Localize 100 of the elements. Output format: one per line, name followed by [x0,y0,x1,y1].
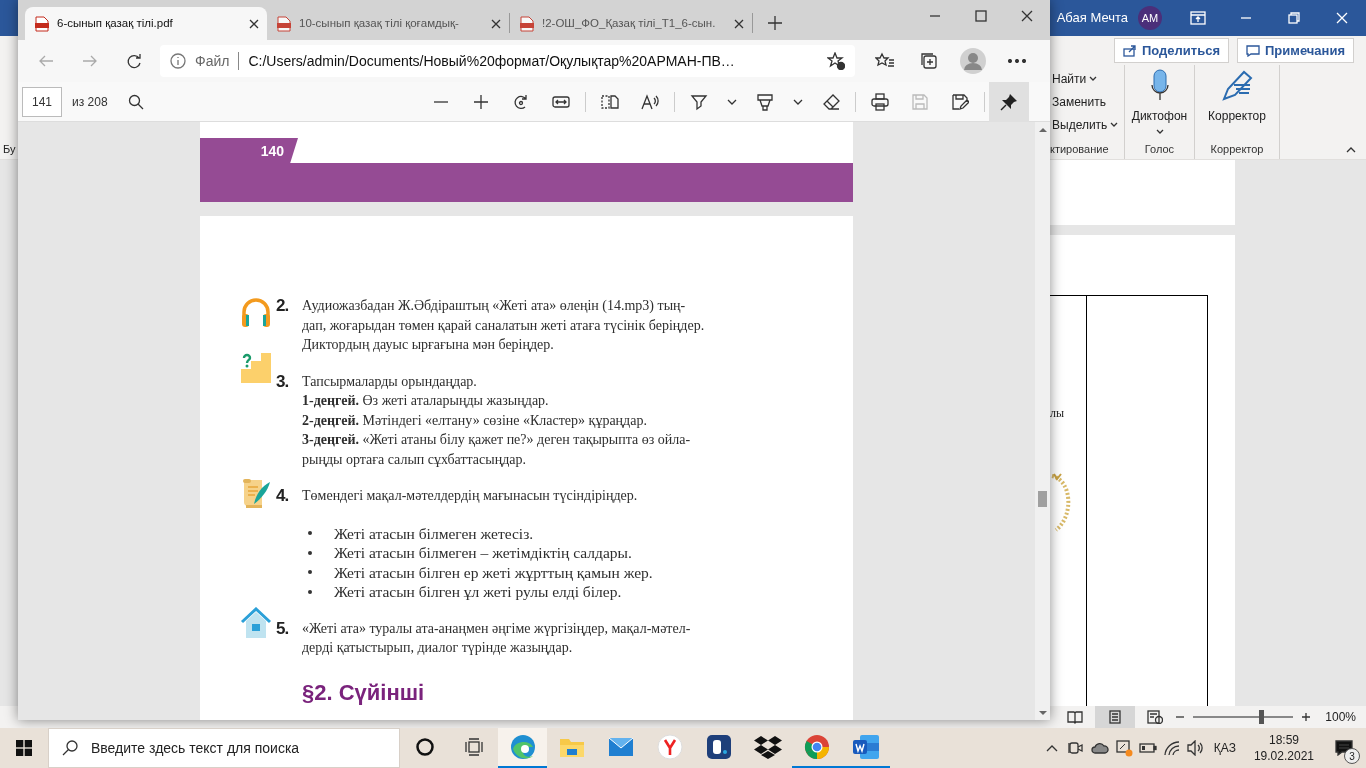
caret-icon[interactable] [726,98,737,105]
new-tab-icon[interactable] [768,16,782,30]
proverb-text: Жеті атасын білген ұл жеті рулы елді білер. [334,582,622,602]
more-icon[interactable] [1008,59,1026,63]
view-button[interactable] [1095,706,1136,728]
pdf-file-icon [277,15,291,32]
bullet-icon [308,531,312,536]
slider-thumb[interactable] [1259,710,1265,724]
print-view-icon [1107,710,1124,724]
battery-icon[interactable] [1138,743,1157,753]
booking-icon [705,734,732,760]
proverb-text: Жеті атасын білген ер жеті жұрттың қамын жер. [334,562,653,582]
task-text: Аудиожазбадан Ж.Әбдіраштың «Жеті ата» өлеңін (14.mp3) тың- дап, жоғарыдан төмен қарай саналатын жеті атаға түсінік беріңдер. Диктордың дауыс ырғағына мән беріңдер. [302,297,706,354]
url-text: C:/Users/admin/Documents/Новый%20формат/Оқулықтар%20АРМАН-ПВ… [248,51,735,71]
dropbox-icon [753,735,782,759]
maximize-icon[interactable] [975,10,987,22]
yandex-icon [656,734,683,760]
scroll-up-icon[interactable] [1038,126,1047,132]
windows-logo-icon[interactable] [16,740,32,756]
task-text: «Жеті ата» туралы ата-анаңмен әңгіме жүргізіңдер, мақал-мәтел- дерді қатыстырып, диалог түрінде жазыңдар. [302,619,692,657]
steps-icon [240,352,272,383]
taskbar-search-field[interactable]: Введите здесь текст для поиска [48,728,400,768]
wifi-icon[interactable] [1162,740,1181,756]
page-count: из 208 [72,93,108,111]
address-bar[interactable]: Файл C:/Users/admin/Documents/Новый%20формат/Оқулықтар%20АРМАН-ПВ… [160,45,855,77]
page-number-field[interactable]: 141 [22,86,62,117]
task-number: 3. [276,371,290,393]
add-favorite-icon[interactable] [827,52,845,70]
task-number: 4. [276,486,290,507]
share-button[interactable]: Поделиться [1113,37,1229,64]
collapse-icon[interactable] [1346,147,1356,153]
page-view-icon[interactable] [600,92,619,111]
bullet-icon [308,550,312,555]
caret-icon[interactable] [1155,129,1164,135]
cortana-icon[interactable] [414,737,435,757]
caret-icon[interactable] [792,98,803,105]
search-icon [62,740,78,756]
eraser-icon[interactable] [821,92,840,111]
clock[interactable]: 18:59 19.02.2021 [1253,732,1314,764]
read-aloud-icon[interactable] [640,92,659,111]
highlight-icon[interactable] [755,92,774,111]
profile-avatar-icon[interactable] [960,48,986,74]
ribbon-item[interactable]: Выделить [1052,115,1119,134]
browser-tab[interactable]: 10-сынып қазақ тілі қоғамдық- [267,7,509,40]
close-icon[interactable] [249,18,259,29]
ribbon-item[interactable]: Найти [1052,69,1098,88]
browser-tab[interactable]: 6-сынып қазақ тілі.pdf [25,7,267,40]
pen-icon[interactable] [1220,69,1254,103]
table-cell: лы [1050,406,1065,420]
proverb-text: Жеті атасын білмеген жетесіз. [334,523,534,543]
ribbon-item[interactable]: Заменить [1052,92,1106,111]
group-label: Корректор [1210,143,1264,155]
search-icon[interactable] [127,93,144,110]
collections-icon[interactable] [920,52,938,70]
task-number: 5. [276,618,290,640]
dictate-button[interactable]: Диктофон [1131,107,1188,125]
group-label: Голос [1144,143,1175,155]
group-label: ктирование [1050,143,1109,155]
zoom-in-icon[interactable] [1301,712,1312,722]
camera-icon[interactable] [1067,740,1084,756]
task-view-icon[interactable] [463,738,484,756]
scroll-down-icon[interactable] [1038,710,1047,716]
scrollbar[interactable] [1035,122,1050,720]
app-tray-icon[interactable] [1114,739,1133,757]
refresh-icon[interactable] [126,53,142,69]
read-view-icon [1067,710,1084,724]
zoom-in-icon[interactable] [471,92,490,111]
microphone-icon[interactable] [1149,69,1170,103]
user-name: Абая Мечта [1056,9,1128,28]
close-icon[interactable] [734,18,744,29]
show-hidden-icons-icon[interactable] [1045,744,1058,752]
word-icon [851,734,880,760]
pin-button[interactable] [988,81,1029,122]
restore-icon[interactable] [1288,12,1300,24]
edge-icon [509,734,536,760]
user-avatar[interactable]: АМ [1138,6,1162,30]
site-label: Файл [195,51,230,71]
caret-icon [1089,75,1098,82]
scroll-thumb[interactable] [1038,491,1047,507]
close-icon[interactable] [1021,10,1033,22]
browser-tab[interactable]: !2-ОШ_ФО_Қазақ тілі_Т1_6-сын. [510,7,752,40]
cloud-icon[interactable] [1090,742,1109,754]
comments-button[interactable]: Примечания [1237,37,1354,64]
ribbon-display-icon[interactable] [1190,11,1206,25]
ribbon-text: Бу [3,141,16,157]
page-number: 140 [200,138,298,163]
save-as-icon[interactable] [950,92,969,111]
input-language[interactable]: ҚАЗ [1213,739,1236,757]
pdf-file-icon [520,15,534,32]
volume-icon[interactable] [1186,740,1205,756]
editor-button[interactable]: Корректор [1208,107,1266,125]
print-icon[interactable] [870,92,889,111]
house-icon [240,606,272,639]
draw-icon[interactable] [689,92,708,111]
comment-icon [1246,44,1260,57]
section-heading: §2. Сүйінші [302,679,426,706]
close-icon[interactable] [491,18,501,29]
caret-icon [1110,121,1119,128]
favorites-icon[interactable] [875,52,895,70]
headphones-icon [240,296,272,328]
